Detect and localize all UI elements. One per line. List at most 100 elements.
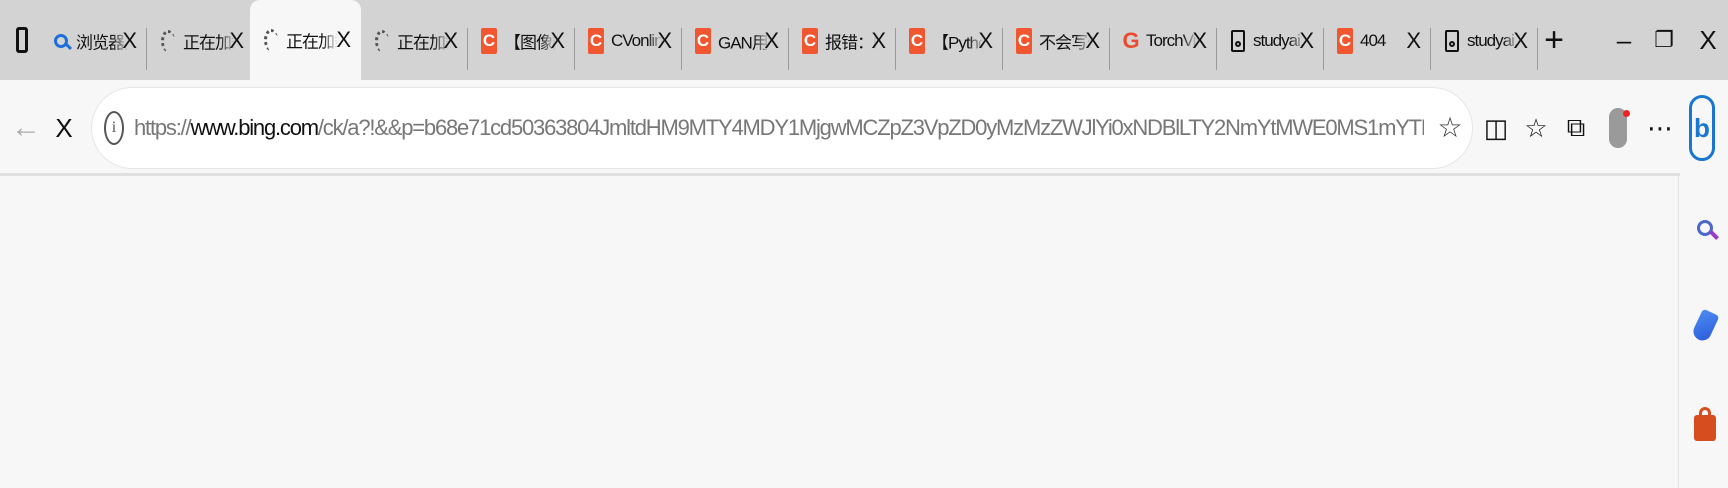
toolbox-icon [1694,407,1716,441]
edge-sidebar [1678,176,1728,488]
restore-button[interactable]: ❐ [1644,20,1684,60]
tab[interactable]: studyai.comX [1217,10,1324,72]
tab[interactable]: C 不会写作X [1003,10,1110,72]
tab-title: 【Python】 [932,33,984,53]
csdn-icon: C [908,28,926,54]
tab[interactable]: C CVonlineX [575,10,682,72]
g-logo-icon: G [1122,28,1140,54]
tab[interactable]: C 报错：MoX [789,10,896,72]
tab-title: studyai.com [1253,31,1305,50]
tab-close-button[interactable]: X [1299,30,1314,52]
back-button[interactable]: ← [6,106,46,150]
tab[interactable]: C 404 X [1324,10,1431,72]
url-path: /ck/a?!&&p=b68e71cd50363804JmltdHM9MTY4M… [317,115,1424,140]
tab[interactable]: C GAN用于X [682,10,789,72]
address-bar[interactable]: i https://www.bing.com/ck/a?!&&p=b68e71c… [92,88,1472,168]
search-icon [1697,220,1713,236]
csdn-icon-glyph: C [1016,28,1032,54]
close-window-button[interactable]: X [1688,20,1728,60]
tab[interactable]: 正在加载...X [250,0,361,80]
split-screen-icon[interactable]: ◫ [1476,106,1516,150]
page-icon-glyph [1231,30,1245,52]
page-icon-glyph [1445,30,1459,52]
tab[interactable]: 浏览器英文X [40,10,147,72]
tab[interactable]: 正在加载...X [361,10,468,72]
tab-title: 正在加载... [397,33,449,53]
loading-icon [262,27,280,53]
tab-actions-button[interactable] [8,20,36,60]
profile-button[interactable] [1598,106,1638,150]
tab-title: CVonline [611,31,663,50]
tab[interactable]: G TorchVisionX [1110,10,1217,72]
collections-icon[interactable]: ⧉ [1556,106,1596,150]
csdn-icon-glyph: C [1337,28,1353,54]
csdn-icon: C [587,28,605,54]
more-options-icon[interactable]: ⋯ [1640,106,1680,150]
loading-icon-glyph [264,29,278,51]
tab-close-button[interactable]: X [871,30,886,52]
tab-close-button[interactable]: X [1513,30,1528,52]
loading-icon [159,28,177,54]
page-icon [1443,28,1461,54]
tab-title: 不会写作 [1039,33,1091,53]
page-icon [1229,28,1247,54]
tab-close-button[interactable]: X [122,30,137,52]
bing-icon: b [1689,95,1715,161]
loading-icon-glyph [375,30,389,52]
navigation-toolbar: ← X i https://www.bing.com/ck/a?!&&p=b68… [0,80,1728,176]
tab-close-button[interactable]: X [1192,30,1207,52]
new-tab-button[interactable]: + [1538,20,1570,60]
csdn-icon: C [480,28,498,54]
tab-close-button[interactable]: X [978,30,993,52]
search-icon [52,28,70,54]
tab-close-button[interactable]: X [657,30,672,52]
url-host: www.bing.com [190,115,319,140]
bing-copilot-button[interactable]: b [1686,88,1718,168]
sidebar-tools-button[interactable] [1691,402,1719,446]
csdn-icon-glyph: C [802,28,818,54]
tab-title: studyai.com [1467,31,1519,50]
g-logo-icon-glyph: G [1122,28,1140,53]
tab-close-button[interactable]: X [443,30,458,52]
sidebar-search-button[interactable] [1691,206,1719,250]
tab-title: 404 [1360,31,1386,50]
tab[interactable]: C 【Python】X [896,10,1003,72]
favorites-icon[interactable]: ☆ [1516,106,1556,150]
stop-loading-button[interactable]: X [44,106,84,150]
tag-icon [1690,308,1720,344]
tab-close-button[interactable]: X [336,29,351,51]
url-text[interactable]: https://www.bing.com/ck/a?!&&p=b68e71cd5… [134,88,1424,168]
csdn-icon: C [1015,28,1033,54]
tab-close-button[interactable]: X [550,30,565,52]
tab-close-button[interactable]: X [764,30,779,52]
tab-actions-icon [16,27,28,53]
sidebar-shopping-button[interactable] [1690,304,1720,348]
tab-title: 正在加载... [183,33,235,53]
tab-close-button[interactable]: X [1406,30,1421,52]
page-content [0,176,1678,488]
tab[interactable]: studyai.comX [1431,10,1538,72]
minimize-button[interactable]: – [1604,20,1644,60]
tab-title: 报错：Mo [825,33,877,53]
add-favorite-icon[interactable]: ☆ [1434,112,1466,144]
avatar [1609,108,1630,148]
site-info-icon[interactable]: i [104,111,124,145]
tab-title: 【图像数据 [504,33,556,53]
tab-title: 正在加载... [286,32,338,52]
search-icon-glyph [54,34,68,48]
tab[interactable]: C 【图像数据X [468,10,575,72]
loading-icon-glyph [161,30,175,52]
csdn-icon: C [694,28,712,54]
csdn-icon-glyph: C [909,28,925,54]
tab-close-button[interactable]: X [1085,30,1100,52]
csdn-icon-glyph: C [481,28,497,54]
tab-close-button[interactable]: X [229,30,244,52]
csdn-icon-glyph: C [588,28,604,54]
loading-icon [373,28,391,54]
tab-title: GAN用于 [718,33,770,53]
csdn-icon: C [801,28,819,54]
url-prefix: https:// [134,115,192,140]
csdn-icon: C [1336,28,1354,54]
tab[interactable]: 正在加载...X [147,10,254,72]
tab-title: TorchVision [1146,31,1198,50]
